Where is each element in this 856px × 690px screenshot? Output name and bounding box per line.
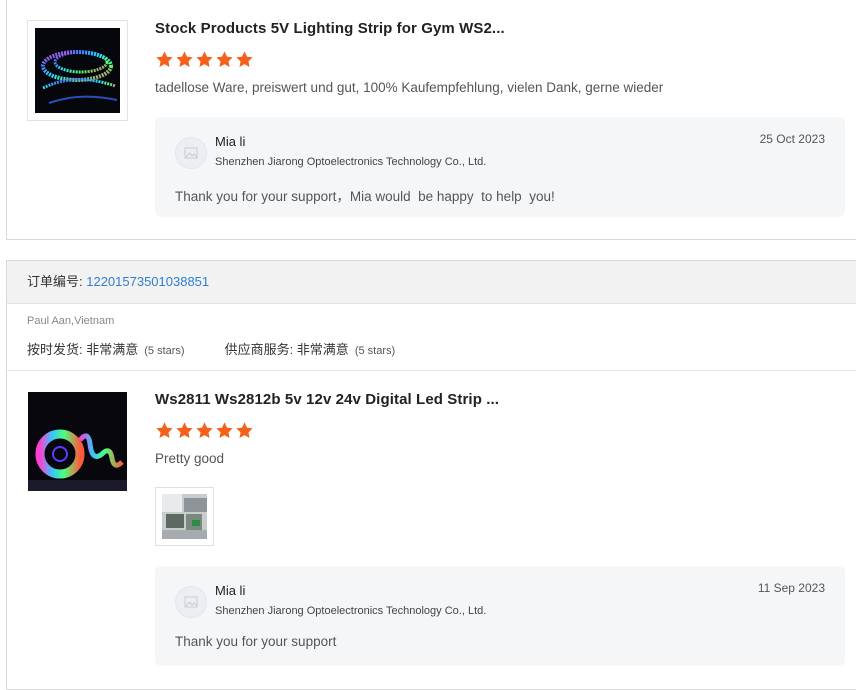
- order-header: 订单编号: 12201573501038851: [7, 261, 856, 304]
- divider: [7, 370, 856, 371]
- reply-company: Shenzhen Jiarong Optoelectronics Technol…: [215, 605, 487, 617]
- order-number-label: 订单编号:: [27, 274, 87, 289]
- avatar: [175, 137, 207, 169]
- review-photo-image: [162, 494, 207, 539]
- delivery-rating-stars: (5 stars): [144, 345, 185, 357]
- order-number-link[interactable]: 12201573501038851: [86, 274, 209, 289]
- reply-date: 11 Sep 2023: [757, 581, 825, 595]
- image-placeholder-icon: [184, 147, 198, 159]
- star-icon: [236, 422, 253, 438]
- supplier-reply: Mia li Shenzhen Jiarong Optoelectronics …: [155, 566, 845, 666]
- star-icon: [216, 51, 233, 67]
- order-ratings: 按时发货: 非常满意 (5 stars) 供应商服务: 非常满意 (5 stars): [27, 339, 395, 358]
- reply-company: Shenzhen Jiarong Optoelectronics Technol…: [215, 156, 487, 168]
- review-text: Pretty good: [155, 451, 225, 466]
- product-title[interactable]: Stock Products 5V Lighting Strip for Gym…: [155, 20, 505, 37]
- buyer-info: Paul Aan,Vietnam: [27, 315, 115, 327]
- product-thumbnail[interactable]: [27, 20, 128, 121]
- reply-message: Thank you for your support，Mia would be …: [175, 189, 555, 204]
- review-card: Stock Products 5V Lighting Strip for Gym…: [6, 0, 856, 240]
- product-thumbnail[interactable]: [28, 392, 127, 491]
- order-review-card: 订单编号: 12201573501038851 Paul Aan,Vietnam…: [6, 260, 856, 690]
- reply-author-name: Mia li: [215, 134, 246, 149]
- avatar: [175, 586, 207, 618]
- star-icon: [176, 51, 193, 67]
- product-title[interactable]: Ws2811 Ws2812b 5v 12v 24v Digital Led St…: [155, 391, 499, 408]
- led-strip-image: [28, 392, 127, 491]
- reply-author-name: Mia li: [215, 583, 246, 598]
- star-icon: [156, 422, 173, 438]
- supplier-reply: Mia li Shenzhen Jiarong Optoelectronics …: [155, 117, 845, 217]
- star-rating: [155, 421, 254, 440]
- star-icon: [196, 422, 213, 438]
- delivery-rating-label: 按时发货: 非常满意: [27, 342, 139, 357]
- supplier-rating-label: 供应商服务: 非常满意: [224, 342, 349, 357]
- image-placeholder-icon: [184, 596, 198, 608]
- review-text: tadellose Ware, preiswert und gut, 100% …: [155, 80, 664, 95]
- star-icon: [236, 51, 253, 67]
- review-photo[interactable]: [155, 487, 214, 546]
- star-icon: [156, 51, 173, 67]
- reply-message: Thank you for your support: [175, 634, 337, 649]
- star-icon: [176, 422, 193, 438]
- reply-date: 25 Oct 2023: [759, 132, 825, 146]
- supplier-rating-stars: (5 stars): [354, 345, 396, 357]
- star-icon: [216, 422, 233, 438]
- star-icon: [196, 51, 213, 67]
- led-strip-image: [35, 28, 120, 113]
- star-rating: [155, 50, 254, 69]
